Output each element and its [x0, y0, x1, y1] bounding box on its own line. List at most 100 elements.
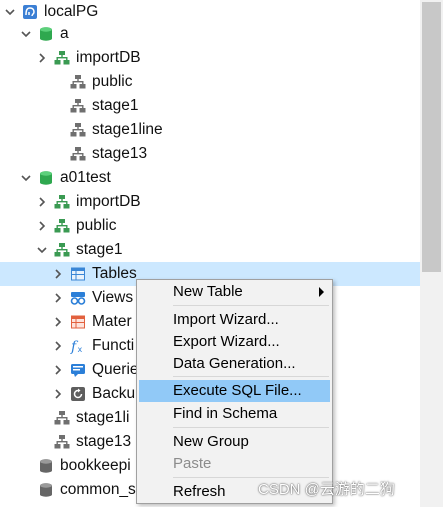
chevron-right-icon[interactable] — [36, 52, 48, 64]
tree-item-stage1[interactable]: stage1 — [0, 238, 420, 262]
menu-separator — [173, 376, 329, 377]
menu-separator — [173, 427, 329, 428]
tree-item-a01test[interactable]: a01test — [0, 166, 420, 190]
tree-item-label: a01test — [60, 169, 111, 186]
chevron-right-icon[interactable] — [52, 388, 64, 400]
schema-green-icon — [54, 194, 70, 210]
svg-text:x: x — [78, 345, 83, 354]
menu-item-label: New Group — [173, 433, 249, 450]
menu-item-new-group[interactable]: New Group — [139, 431, 330, 453]
view-icon — [70, 290, 86, 306]
vertical-scrollbar[interactable] — [420, 0, 443, 507]
tree-item-label: Tables — [92, 265, 137, 282]
tree-item-importdb[interactable]: importDB — [0, 46, 420, 70]
chevron-right-icon[interactable] — [52, 292, 64, 304]
menu-item-data-generation[interactable]: Data Generation... — [139, 353, 330, 375]
materialized-view-icon — [70, 314, 86, 330]
context-menu: New Table Import Wizard... Export Wizard..… — [136, 279, 333, 504]
menu-item-label: Data Generation... — [173, 355, 296, 372]
schema-gray-icon — [70, 146, 86, 162]
database-gray-icon — [38, 458, 54, 474]
chevron-right-icon[interactable] — [52, 316, 64, 328]
function-icon: fx — [70, 338, 86, 354]
database-green-icon — [38, 26, 54, 42]
chevron-right-icon[interactable] — [36, 220, 48, 232]
schema-green-icon — [54, 218, 70, 234]
menu-item-find-in-schema[interactable]: Find in Schema — [139, 403, 330, 425]
tree-item-label: Views — [92, 289, 134, 306]
chevron-right-icon[interactable] — [52, 364, 64, 376]
schema-gray-icon — [54, 410, 70, 426]
menu-item-label: Find in Schema — [173, 405, 278, 422]
schema-gray-icon — [70, 122, 86, 138]
database-green-icon — [38, 170, 54, 186]
menu-item-paste: Paste — [139, 453, 330, 475]
chevron-down-icon[interactable] — [20, 28, 32, 40]
tree-item-label: public — [76, 217, 117, 234]
tree-item-label: stage13 — [76, 433, 132, 450]
tree-item-label: importDB — [76, 49, 141, 66]
tree-item-label: stage1li — [76, 409, 130, 426]
menu-item-label: Refresh — [173, 483, 226, 500]
chevron-right-icon[interactable] — [52, 340, 64, 352]
tree-item-stage1[interactable]: stage1 — [0, 94, 420, 118]
tree-item-public[interactable]: public — [0, 70, 420, 94]
tree-item-label: Mater — [92, 313, 132, 330]
menu-item-new-table[interactable]: New Table — [139, 281, 330, 303]
tree-item-label: stage1 — [92, 97, 139, 114]
chevron-down-icon[interactable] — [36, 244, 48, 256]
tree-item-label: importDB — [76, 193, 141, 210]
schema-gray-icon — [70, 74, 86, 90]
menu-separator — [173, 305, 329, 306]
chevron-right-icon[interactable] — [52, 268, 64, 280]
tree-item-stage1line[interactable]: stage1line — [0, 118, 420, 142]
chevron-right-icon[interactable] — [36, 196, 48, 208]
tree-item-public[interactable]: public — [0, 214, 420, 238]
tree-item-label: stage1 — [76, 241, 123, 258]
schema-green-icon — [54, 50, 70, 66]
menu-item-label: Import Wizard... — [173, 311, 279, 328]
menu-item-export-wizard[interactable]: Export Wizard... — [139, 331, 330, 353]
tree-item-label: public — [92, 73, 133, 90]
menu-item-label: New Table — [173, 283, 243, 300]
elephant-connection-icon — [22, 4, 38, 20]
chevron-down-icon[interactable] — [4, 6, 16, 18]
schema-gray-icon — [70, 98, 86, 114]
menu-item-label: Export Wizard... — [173, 333, 280, 350]
tree-item-label: stage1line — [92, 121, 163, 138]
schema-gray-icon — [54, 434, 70, 450]
menu-item-import-wizard[interactable]: Import Wizard... — [139, 309, 330, 331]
tree-item-label: Backu — [92, 385, 136, 402]
menu-item-execute-sql-file[interactable]: Execute SQL File... — [139, 380, 330, 402]
schema-green-icon — [54, 242, 70, 258]
menu-item-label: Execute SQL File... — [173, 382, 302, 399]
tree-item-a[interactable]: a — [0, 22, 420, 46]
backup-icon — [70, 386, 86, 402]
tree-item-stage13[interactable]: stage13 — [0, 142, 420, 166]
scrollbar-thumb[interactable] — [422, 2, 441, 272]
navicat-object-tree-window: localPG a importDB public stage1 stage1line st… — [0, 0, 443, 507]
tree-item-importdb[interactable]: importDB — [0, 190, 420, 214]
tree-item-label: stage13 — [92, 145, 148, 162]
tree-item-label: Functi — [92, 337, 135, 354]
watermark: CSDN @云游的二狗 — [258, 481, 395, 498]
tree-item-localpg[interactable]: localPG — [0, 0, 420, 24]
chevron-down-icon[interactable] — [20, 172, 32, 184]
menu-item-label: Paste — [173, 455, 212, 472]
tree-item-label: Querie — [92, 361, 139, 378]
tree-item-label: common_s — [60, 481, 136, 498]
tree-item-label: a — [60, 25, 69, 42]
database-gray-icon — [38, 482, 54, 498]
table-icon — [70, 266, 86, 282]
query-icon — [70, 362, 86, 378]
tree-item-label: bookkeepi — [60, 457, 131, 474]
submenu-arrow-icon — [319, 287, 324, 297]
